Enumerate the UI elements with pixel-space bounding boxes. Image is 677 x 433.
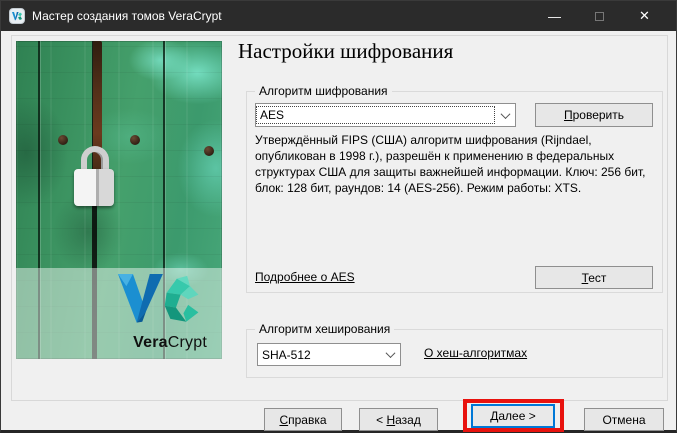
check-button-mnemonic: П: [564, 108, 573, 122]
maximize-button: [577, 1, 622, 31]
door-padlock-image: VeraCrypt: [16, 41, 222, 359]
minimize-icon: —: [548, 9, 561, 24]
check-button-rest: роверить: [573, 108, 624, 122]
hash-group-label: Алгоритм хеширования: [255, 322, 394, 336]
chevron-down-icon[interactable]: [495, 112, 515, 119]
veracrypt-wordmark: VeraCrypt: [133, 334, 207, 352]
check-button[interactable]: Проверить: [535, 103, 653, 127]
next-button[interactable]: Далее >: [471, 404, 555, 428]
veracrypt-app-icon: [9, 8, 25, 24]
hash-algorithm-group: Алгоритм хеширования SHA-512 О хеш-алгор…: [246, 329, 663, 378]
help-button[interactable]: Справка: [264, 408, 342, 431]
back-mnemonic: Н: [386, 413, 395, 427]
close-button[interactable]: ✕: [622, 1, 667, 31]
more-about-aes-link[interactable]: Подробнее о AES: [255, 270, 355, 284]
test-button-rest: ест: [588, 271, 606, 285]
hash-algorithm-select[interactable]: SHA-512: [257, 343, 401, 366]
encryption-algorithm-value: AES: [256, 106, 495, 124]
bolt-icon: [130, 135, 140, 145]
wordmark-light: Crypt: [168, 334, 207, 351]
page-title: Настройки шифрования: [238, 39, 453, 64]
back-prefix: <: [376, 413, 386, 427]
logo-band: VeraCrypt: [16, 268, 222, 359]
back-rest: азад: [395, 413, 421, 427]
padlock-body: [74, 169, 114, 206]
benchmark-test-button[interactable]: Тест: [535, 266, 653, 289]
veracrypt-logo-icon: [114, 274, 208, 332]
bolt-icon: [58, 135, 68, 145]
algorithm-description: Утверждённый FIPS (США) алгоритм шифрова…: [255, 132, 655, 196]
help-mnemonic: С: [279, 413, 288, 427]
chevron-down-icon[interactable]: [380, 351, 400, 358]
cancel-button[interactable]: Отмена: [584, 408, 664, 431]
minimize-button[interactable]: —: [532, 1, 577, 31]
close-icon: ✕: [639, 8, 650, 24]
next-rest: алее >: [498, 409, 535, 423]
encryption-algorithm-select[interactable]: AES: [255, 103, 516, 127]
veracrypt-wizard-window: Мастер создания томов VeraCrypt — ✕: [0, 0, 677, 433]
window-title: Мастер создания томов VeraCrypt: [32, 1, 222, 31]
back-button[interactable]: < Назад: [359, 408, 438, 431]
help-rest: правка: [288, 413, 326, 427]
encryption-group-label: Алгоритм шифрования: [255, 84, 392, 98]
hash-info-link[interactable]: О хеш-алгоритмах: [424, 346, 527, 360]
encryption-algorithm-group: Алгоритм шифрования AES Проверить Утверж…: [246, 91, 663, 293]
hash-algorithm-value: SHA-512: [258, 346, 380, 364]
wordmark-bold: Vera: [133, 334, 168, 351]
maximize-icon: [595, 12, 604, 21]
titlebar[interactable]: Мастер создания томов VeraCrypt — ✕: [1, 1, 676, 31]
bolt-icon: [204, 146, 214, 156]
